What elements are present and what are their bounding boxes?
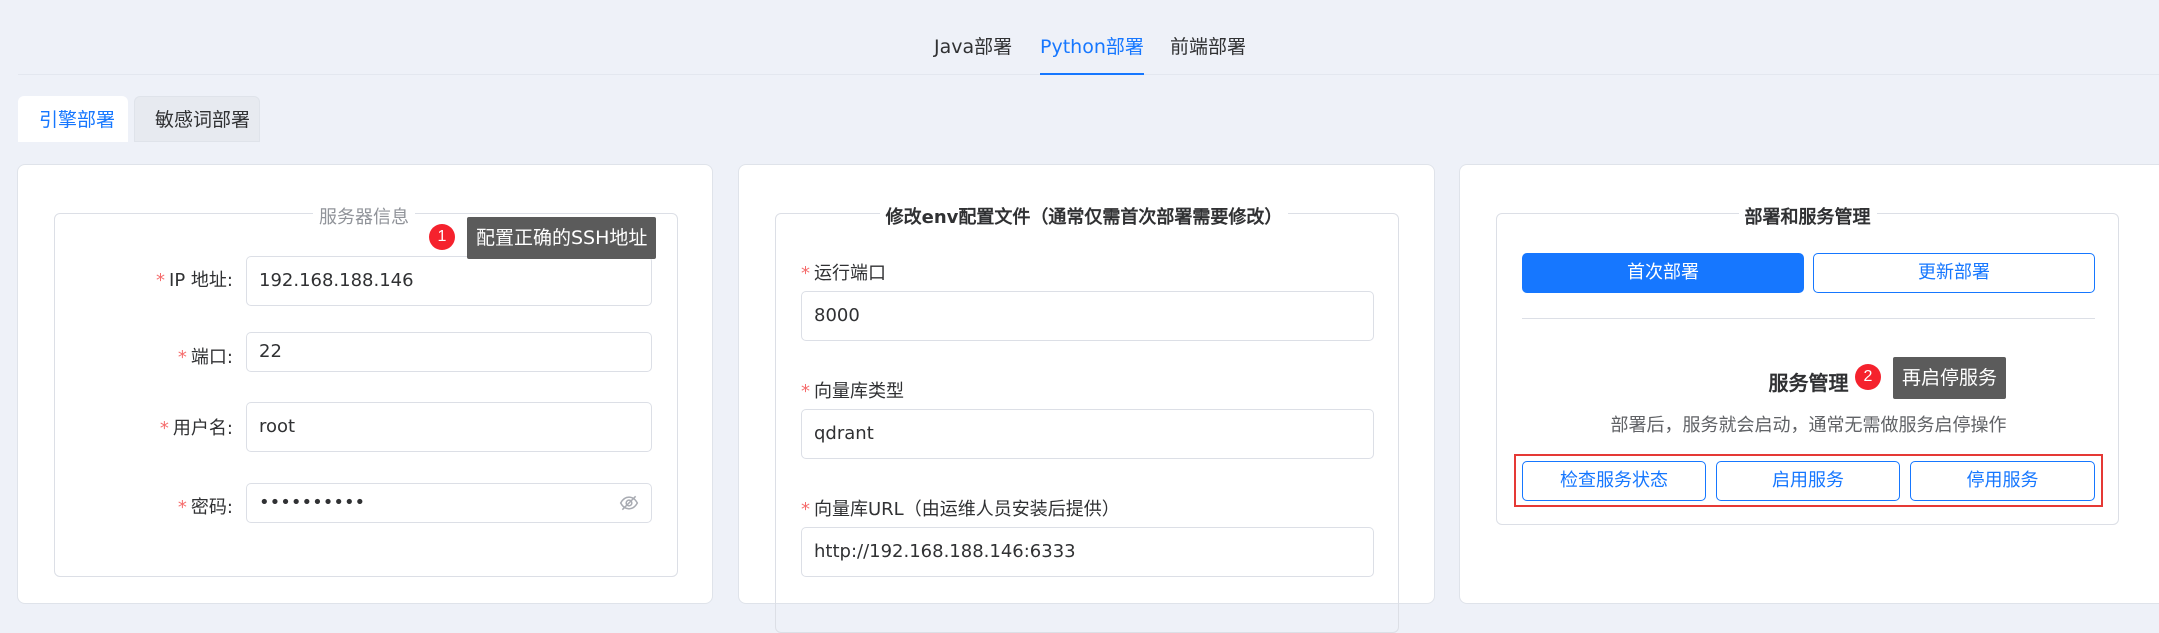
username-label: * 用户名:: [159, 418, 233, 439]
tip-restart-service: 再启停服务: [1893, 357, 2007, 399]
password-input[interactable]: ••••••••••: [246, 483, 652, 523]
tab-sensitive-word-deploy[interactable]: 敏感词部署: [134, 96, 260, 142]
deploy-type-tabs: Java部署 Python部署 前端部署: [18, 0, 2159, 75]
env-config-legend: 修改env配置文件（通常仅需首次部署需要修改）: [770, 203, 1398, 229]
tip-badge-2: 2: [1855, 364, 1881, 390]
run-port-label: * 运行端口: [801, 263, 886, 284]
service-management-title: 服务管理: [1768, 371, 1849, 395]
vector-type-input[interactable]: qdrant: [801, 409, 1374, 459]
server-info-fieldset: 服务器信息 * IP 地址: 192.168.188.146 * 端口: 22 * 用…: [54, 207, 678, 577]
vector-url-input[interactable]: http://192.168.188.146:6333: [801, 527, 1374, 577]
eye-slash-icon[interactable]: [619, 493, 639, 513]
tab-python-deploy[interactable]: Python部署: [1040, 32, 1144, 75]
tab-engine-deploy[interactable]: 引擎部署: [18, 96, 128, 142]
deploy-service-legend: 部署和服务管理: [1497, 203, 2118, 229]
first-deploy-button[interactable]: 首次部署: [1522, 253, 1804, 293]
deploy-service-panel: 部署和服务管理 首次部署 更新部署 服务管理 部署后，服务就会启动，通常无需做服…: [1459, 164, 2159, 604]
password-value: ••••••••••: [259, 492, 366, 513]
start-service-button[interactable]: 启用服务: [1716, 461, 1900, 501]
port-label: * 端口:: [177, 347, 233, 368]
env-config-fieldset: 修改env配置文件（通常仅需首次部署需要修改） * 运行端口 8000 * 向量库类…: [775, 207, 1399, 633]
check-service-status-button[interactable]: 检查服务状态: [1522, 461, 1706, 501]
ip-input[interactable]: 192.168.188.146: [246, 256, 652, 306]
username-input[interactable]: root: [246, 402, 652, 452]
env-config-panel: 修改env配置文件（通常仅需首次部署需要修改） * 运行端口 8000 * 向量库类…: [738, 164, 1435, 633]
vector-url-label: * 向量库URL（由运维人员安装后提供）: [801, 499, 1120, 520]
run-port-input[interactable]: 8000: [801, 291, 1374, 341]
update-deploy-button[interactable]: 更新部署: [1813, 253, 2095, 293]
tip-ssh-address: 配置正确的SSH地址: [467, 217, 657, 259]
stop-service-button[interactable]: 停用服务: [1910, 461, 2095, 501]
port-input[interactable]: 22: [246, 332, 652, 372]
tab-java-deploy[interactable]: Java部署: [934, 32, 1012, 73]
tip-badge-1: 1: [429, 224, 455, 250]
ip-label: * IP 地址:: [156, 270, 233, 291]
vector-type-label: * 向量库类型: [801, 381, 904, 402]
service-description: 部署后，服务就会启动，通常无需做服务启停操作: [1610, 415, 2007, 436]
tab-frontend-deploy[interactable]: 前端部署: [1170, 32, 1246, 73]
password-label: * 密码:: [177, 497, 233, 518]
divider: [1522, 318, 2095, 319]
deploy-service-fieldset: 部署和服务管理 首次部署 更新部署 服务管理 部署后，服务就会启动，通常无需做服…: [1496, 207, 2119, 525]
server-info-panel: 服务器信息 * IP 地址: 192.168.188.146 * 端口: 22 * 用…: [17, 164, 713, 604]
